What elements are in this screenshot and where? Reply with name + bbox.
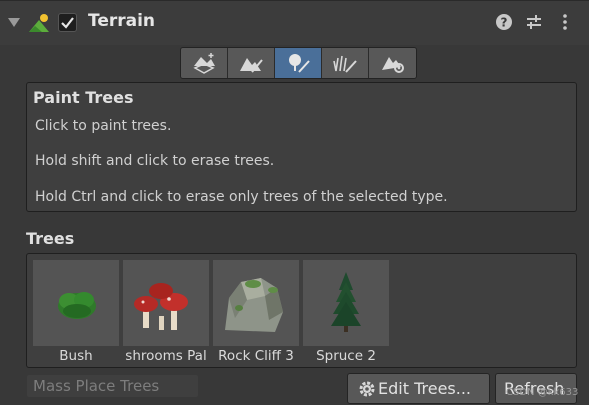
- tool-paint-trees[interactable]: [275, 48, 322, 78]
- terrain-raise-lower-icon: [193, 53, 215, 74]
- paint-details-icon: [333, 55, 357, 73]
- help-title: Paint Trees: [33, 88, 134, 107]
- terrain-component-icon: [29, 14, 49, 32]
- mass-place-trees-button[interactable]: Mass Place Trees: [27, 375, 198, 397]
- enabled-checkbox[interactable]: [58, 13, 77, 32]
- tool-paint-texture[interactable]: [228, 48, 275, 78]
- tree-label-bush: Bush: [59, 348, 93, 364]
- bush-icon: [58, 292, 96, 319]
- gear-icon: [359, 381, 375, 397]
- checkmark-icon: [61, 17, 74, 29]
- rock-icon: [225, 278, 283, 332]
- tree-label-rock-cliff: Rock Cliff 3: [218, 348, 294, 364]
- trees-section-label: Trees: [26, 229, 75, 248]
- tree-tile-bush[interactable]: [33, 260, 119, 346]
- paint-trees-icon: [289, 54, 310, 73]
- tree-tile-spruce[interactable]: [303, 260, 389, 346]
- tree-label-spruce: Spruce 2: [316, 348, 376, 364]
- help-line-paint: Click to paint trees.: [35, 118, 172, 134]
- edit-trees-label: Edit Trees...: [378, 379, 471, 398]
- tree-tile-mushrooms[interactable]: [123, 260, 209, 346]
- spruce-icon: [331, 272, 361, 332]
- tree-tile-rock-cliff[interactable]: [213, 260, 299, 346]
- svg-text:?: ?: [501, 16, 508, 30]
- help-line-erase-selected: Hold Ctrl and click to erase only trees …: [35, 189, 448, 205]
- paint-texture-icon: [240, 58, 263, 73]
- presets-icon[interactable]: [525, 13, 543, 31]
- component-title: Terrain: [88, 11, 156, 31]
- context-menu-icon[interactable]: [556, 13, 574, 31]
- watermark: CSDN @kk633: [506, 387, 579, 398]
- terrain-settings-icon: [381, 57, 404, 73]
- help-line-erase: Hold shift and click to erase trees.: [35, 153, 275, 169]
- mushroom-icon: [134, 283, 188, 330]
- tool-terrain-settings[interactable]: [369, 48, 416, 78]
- edit-trees-button[interactable]: Edit Trees...: [347, 373, 490, 404]
- paint-trees-help-box: Paint Trees Click to paint trees. Hold s…: [26, 82, 577, 212]
- tool-raise-lower-terrain[interactable]: [181, 48, 228, 78]
- tree-label-mushrooms: shrooms Pal: [125, 348, 207, 364]
- tree-prototype-grid: Bush shrooms Pal Rock Cliff 3 Spruce 2: [26, 253, 577, 368]
- foldout-triangle-icon[interactable]: [7, 15, 21, 29]
- help-icon[interactable]: ?: [495, 13, 513, 31]
- tool-paint-details[interactable]: [322, 48, 369, 78]
- component-header: Terrain ?: [0, 0, 589, 45]
- terrain-tool-strip: [180, 47, 417, 79]
